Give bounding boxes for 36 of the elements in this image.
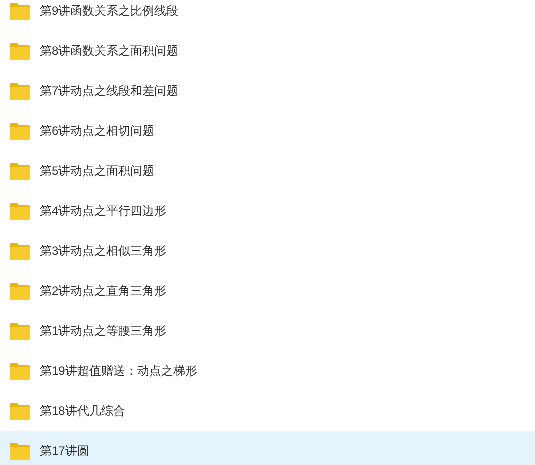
folder-row[interactable]: 第2讲动点之直角三角形: [0, 271, 535, 311]
folder-name: 第18讲代几综合: [40, 403, 126, 420]
folder-icon: [10, 82, 30, 100]
folder-name: 第19讲超值赠送：动点之梯形: [40, 363, 198, 380]
folder-row[interactable]: 第6讲动点之相切问题: [0, 111, 535, 151]
folder-icon: [10, 202, 30, 220]
folder-icon: [10, 322, 30, 340]
folder-icon: [10, 162, 30, 180]
folder-icon: [10, 362, 30, 380]
folder-name: 第2讲动点之直角三角形: [40, 283, 167, 300]
folder-name: 第3讲动点之相似三角形: [40, 243, 167, 260]
folder-row[interactable]: 第18讲代几综合: [0, 391, 535, 431]
folder-icon: [10, 2, 30, 20]
folder-row[interactable]: 第5讲动点之面积问题: [0, 151, 535, 191]
folder-name: 第9讲函数关系之比例线段: [40, 3, 179, 20]
folder-icon: [10, 242, 30, 260]
folder-name: 第6讲动点之相切问题: [40, 123, 155, 140]
folder-icon: [10, 442, 30, 460]
folder-row[interactable]: 第9讲函数关系之比例线段: [0, 0, 535, 31]
folder-row[interactable]: 第17讲圆: [0, 431, 535, 465]
folder-name: 第7讲动点之线段和差问题: [40, 83, 179, 100]
folder-name: 第4讲动点之平行四边形: [40, 203, 167, 220]
folder-name: 第8讲函数关系之面积问题: [40, 43, 179, 60]
folder-row[interactable]: 第4讲动点之平行四边形: [0, 191, 535, 231]
folder-icon: [10, 122, 30, 140]
folder-icon: [10, 402, 30, 420]
folder-name: 第5讲动点之面积问题: [40, 163, 155, 180]
folder-name: 第1讲动点之等腰三角形: [40, 323, 167, 340]
folder-row[interactable]: 第8讲函数关系之面积问题: [0, 31, 535, 71]
folder-row[interactable]: 第3讲动点之相似三角形: [0, 231, 535, 271]
folder-name: 第17讲圆: [40, 443, 90, 460]
folder-row[interactable]: 第19讲超值赠送：动点之梯形: [0, 351, 535, 391]
folder-icon: [10, 42, 30, 60]
folder-row[interactable]: 第1讲动点之等腰三角形: [0, 311, 535, 351]
folder-row[interactable]: 第7讲动点之线段和差问题: [0, 71, 535, 111]
folder-icon: [10, 282, 30, 300]
